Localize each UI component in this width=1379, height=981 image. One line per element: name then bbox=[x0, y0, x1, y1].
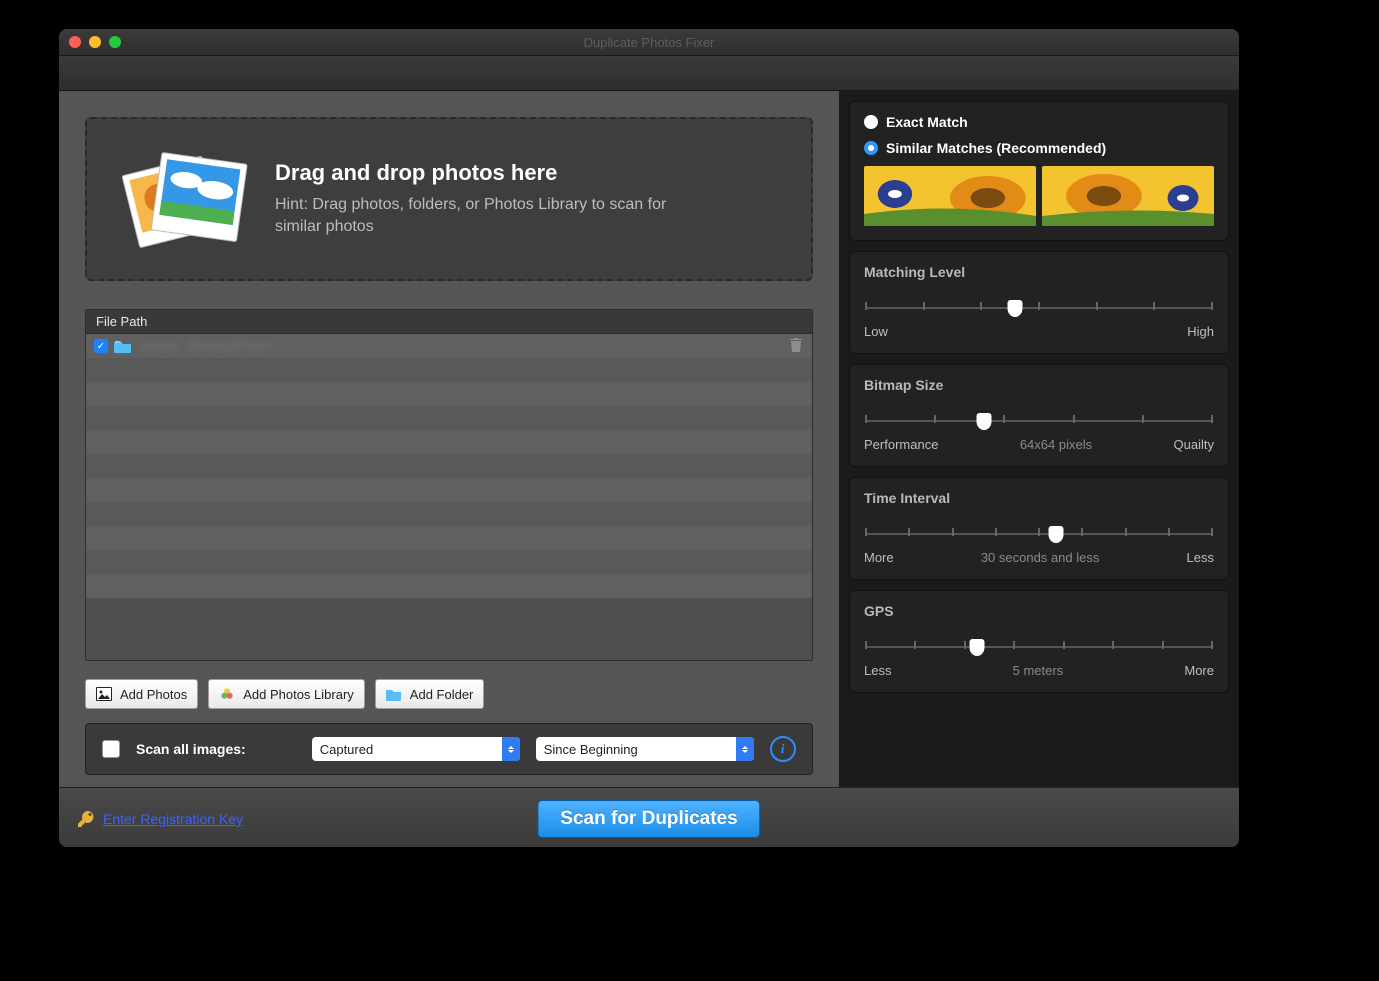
gps-slider[interactable] bbox=[866, 635, 1212, 655]
photos-library-icon bbox=[219, 687, 235, 701]
captured-select-value: Captured bbox=[320, 742, 373, 757]
key-icon bbox=[77, 810, 95, 828]
info-icon[interactable]: i bbox=[770, 736, 796, 762]
settings-panel: Exact Match Similar Matches (Recommended… bbox=[839, 91, 1239, 787]
table-row bbox=[86, 574, 812, 598]
scan-all-label: Scan all images: bbox=[136, 741, 246, 757]
scan-options-bar: Scan all images: Captured Since Beginnin… bbox=[85, 723, 813, 775]
time-left-label: More bbox=[864, 550, 894, 565]
dropzone-hint: Hint: Drag photos, folders, or Photos Li… bbox=[275, 194, 695, 237]
row-path: /Users/.../Desktop/Finurn bbox=[140, 339, 273, 353]
image-icon bbox=[96, 687, 112, 701]
bitmap-size-card: Bitmap Size Performance 64x64 pixels Qua… bbox=[849, 364, 1229, 467]
footer: Enter Registration Key Scan for Duplicat… bbox=[59, 787, 1239, 847]
table-row bbox=[86, 502, 812, 526]
gps-card: GPS Less 5 meters More bbox=[849, 590, 1229, 693]
bitmap-size-slider[interactable] bbox=[866, 409, 1212, 429]
add-library-label: Add Photos Library bbox=[243, 687, 354, 702]
chevron-updown-icon bbox=[736, 737, 754, 761]
enter-registration-key-link[interactable]: Enter Registration Key bbox=[77, 810, 243, 828]
matching-level-title: Matching Level bbox=[864, 264, 1214, 280]
gps-left-label: Less bbox=[864, 663, 891, 678]
scan-for-duplicates-button[interactable]: Scan for Duplicates bbox=[537, 800, 760, 838]
time-right-label: Less bbox=[1187, 550, 1214, 565]
close-icon[interactable] bbox=[69, 36, 81, 48]
bitmap-right-label: Quailty bbox=[1174, 437, 1214, 452]
time-interval-card: Time Interval More 30 seconds and less L… bbox=[849, 477, 1229, 580]
bitmap-mid-label: 64x64 pixels bbox=[1020, 437, 1092, 452]
folder-icon bbox=[386, 687, 402, 701]
add-folder-label: Add Folder bbox=[410, 687, 474, 702]
match-mode-card: Exact Match Similar Matches (Recommended… bbox=[849, 101, 1229, 241]
delete-row-icon[interactable] bbox=[790, 338, 802, 355]
preview-thumb-right bbox=[1042, 166, 1214, 226]
matching-level-card: Matching Level Low High bbox=[849, 251, 1229, 354]
similar-match-label: Similar Matches (Recommended) bbox=[886, 140, 1106, 156]
exact-match-label: Exact Match bbox=[886, 114, 968, 130]
table-row bbox=[86, 550, 812, 574]
matching-low-label: Low bbox=[864, 324, 888, 339]
table-row bbox=[86, 406, 812, 430]
radio-icon bbox=[864, 141, 878, 155]
scan-all-checkbox[interactable] bbox=[102, 740, 120, 758]
chevron-updown-icon bbox=[502, 737, 520, 761]
radio-icon bbox=[864, 115, 878, 129]
table-row bbox=[86, 478, 812, 502]
table-row[interactable]: ✓ /Users/.../Desktop/Finurn bbox=[86, 334, 812, 358]
maximize-icon[interactable] bbox=[109, 36, 121, 48]
table-row bbox=[86, 430, 812, 454]
dropzone-heading: Drag and drop photos here bbox=[275, 160, 695, 186]
row-checkbox[interactable]: ✓ bbox=[94, 339, 108, 353]
list-header: File Path bbox=[86, 310, 812, 334]
folder-icon bbox=[114, 339, 132, 353]
titlebar: Duplicate Photos Fixer bbox=[59, 29, 1239, 56]
preview-thumb-left bbox=[864, 166, 1036, 226]
registration-key-label: Enter Registration Key bbox=[103, 811, 243, 827]
table-row bbox=[86, 454, 812, 478]
gps-right-label: More bbox=[1184, 663, 1214, 678]
app-window: Duplicate Photos Fixer bbox=[59, 29, 1239, 847]
table-row bbox=[86, 382, 812, 406]
captured-select[interactable]: Captured bbox=[312, 737, 520, 761]
photos-stack-icon bbox=[111, 137, 251, 262]
gps-title: GPS bbox=[864, 603, 1214, 619]
window-title: Duplicate Photos Fixer bbox=[59, 35, 1239, 50]
minimize-icon[interactable] bbox=[89, 36, 101, 48]
time-mid-label: 30 seconds and less bbox=[981, 550, 1100, 565]
table-row bbox=[86, 526, 812, 550]
matching-high-label: High bbox=[1187, 324, 1214, 339]
main-panel: Drag and drop photos here Hint: Drag pho… bbox=[59, 91, 839, 787]
matching-level-slider[interactable] bbox=[866, 296, 1212, 316]
file-path-list: File Path ✓ /Users/.../Desktop/Finurn bbox=[85, 309, 813, 661]
since-select[interactable]: Since Beginning bbox=[536, 737, 754, 761]
add-photos-button[interactable]: Add Photos bbox=[85, 679, 198, 709]
add-photos-label: Add Photos bbox=[120, 687, 187, 702]
time-interval-title: Time Interval bbox=[864, 490, 1214, 506]
similar-match-radio[interactable]: Similar Matches (Recommended) bbox=[864, 140, 1214, 156]
time-interval-slider[interactable] bbox=[866, 522, 1212, 542]
bitmap-left-label: Performance bbox=[864, 437, 938, 452]
bitmap-size-title: Bitmap Size bbox=[864, 377, 1214, 393]
add-photos-library-button[interactable]: Add Photos Library bbox=[208, 679, 365, 709]
since-select-value: Since Beginning bbox=[544, 742, 638, 757]
dropzone[interactable]: Drag and drop photos here Hint: Drag pho… bbox=[85, 117, 813, 281]
toolbar bbox=[59, 56, 1239, 91]
gps-mid-label: 5 meters bbox=[1013, 663, 1064, 678]
exact-match-radio[interactable]: Exact Match bbox=[864, 114, 1214, 130]
table-row bbox=[86, 358, 812, 382]
add-folder-button[interactable]: Add Folder bbox=[375, 679, 485, 709]
